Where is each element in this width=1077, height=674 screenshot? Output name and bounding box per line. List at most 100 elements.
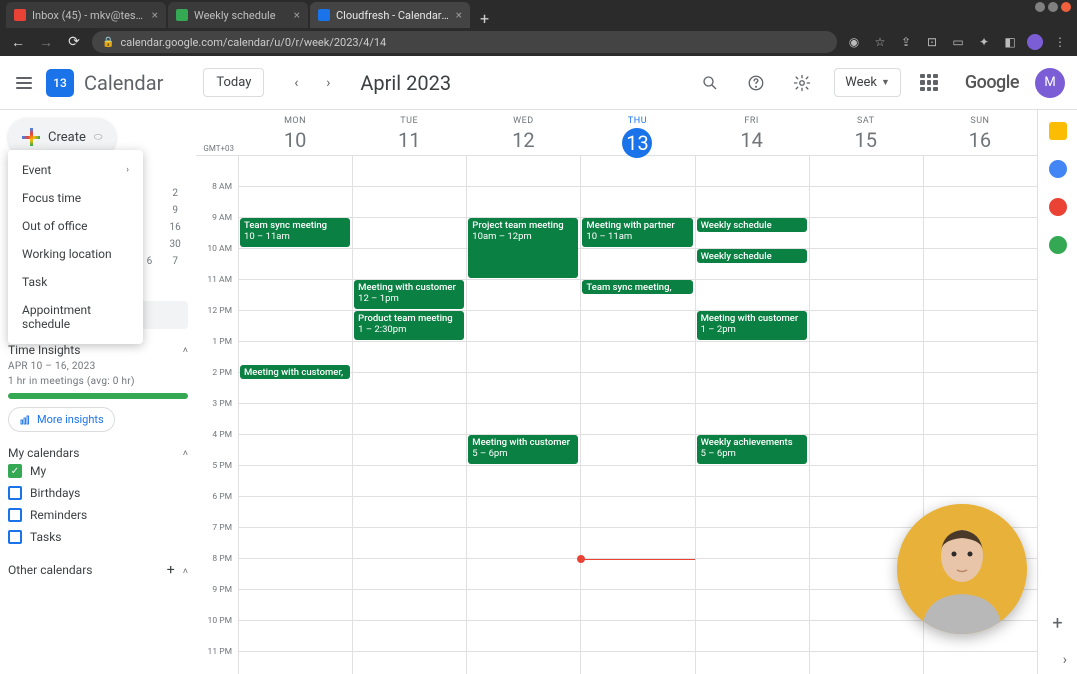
insights-bar [8,393,188,399]
checkbox-icon[interactable] [8,508,22,522]
tasks-icon[interactable] [1049,160,1067,178]
account-avatar[interactable]: M [1035,68,1065,98]
back-icon[interactable]: ← [8,34,28,51]
calendar-event[interactable]: Project team meeting10am – 12pm [468,218,578,278]
create-menu-item[interactable]: Out of office [8,212,143,240]
calendar-event[interactable]: Meeting with customer, 2:45pm [240,365,350,379]
address-bar: ← → ⟳ 🔒 calendar.google.com/calendar/u/0… [0,28,1077,56]
url-box[interactable]: 🔒 calendar.google.com/calendar/u/0/r/wee… [92,31,837,53]
checkbox-icon[interactable] [8,530,22,544]
day-number: 16 [923,128,1037,152]
url-text: calendar.google.com/calendar/u/0/r/week/… [120,36,386,49]
calendar-event[interactable]: Weekly schedule (Maxim Kush [697,218,807,232]
calendar-logo-icon: 13 [46,69,74,97]
day-header[interactable]: SAT15 [809,110,923,155]
app-header: 13 Calendar Today ‹ › April 2023 Week▼ G… [0,56,1077,110]
day-column[interactable]: Weekly schedule (Maxim Kush Weekly sched… [695,156,809,674]
browser-tab[interactable]: Inbox (45) - mkv@test.techsv× [6,2,166,28]
day-number: 13 [622,128,652,158]
calendar-event[interactable]: Weekly achievements5 – 6pm [697,435,807,464]
calendar-event[interactable]: Meeting with customer5 – 6pm [468,435,578,464]
close-icon[interactable]: × [294,8,300,22]
window-controls[interactable] [1035,2,1071,12]
timezone-label: GMT+03 [196,110,238,155]
install-icon[interactable]: ⊡ [923,35,941,49]
my-calendars-header[interactable]: My calendars˄ [8,446,188,460]
day-header[interactable]: FRI14 [695,110,809,155]
create-menu-item[interactable]: Appointment schedule [8,296,143,338]
webcam-bubble[interactable] [897,504,1027,634]
browser-tab[interactable]: Weekly schedule× [168,2,308,28]
help-icon[interactable] [738,65,774,101]
forward-icon[interactable]: → [36,34,56,51]
calendar-event[interactable]: Meeting with customer12 – 1pm [354,280,464,309]
browser-tab[interactable]: Cloudfresh - Calendar - Week× [310,2,470,28]
share-icon[interactable]: ⇪ [897,35,915,49]
day-column[interactable]: Team sync meeting10 – 11am Meeting with c… [238,156,352,674]
eye-icon[interactable]: ◉ [845,35,863,49]
tabstrip: Inbox (45) - mkv@test.techsv×Weekly sche… [0,0,1077,28]
collapse-rail-icon[interactable]: › [1063,652,1067,668]
maps-icon[interactable] [1049,236,1067,254]
day-header[interactable]: MON10 [238,110,352,155]
time-insights-header[interactable]: Time Insights˄ [8,343,188,357]
favicon-icon [176,9,188,21]
checkbox-icon[interactable] [8,486,22,500]
calendar-event[interactable]: Meeting with partner10 – 11am [582,218,692,247]
add-calendar-icon[interactable]: + [167,562,175,578]
calendar-item[interactable]: Birthdays [8,482,188,504]
keep-icon[interactable] [1049,122,1067,140]
calendar-item[interactable]: Reminders [8,504,188,526]
reload-icon[interactable]: ⟳ [64,34,84,50]
search-icon[interactable] [692,65,728,101]
day-column[interactable]: Meeting with customer12 – 1pmProduct tea… [352,156,466,674]
more-insights-button[interactable]: More insights [8,407,115,432]
prev-week-button[interactable]: ‹ [282,69,310,97]
calendar-event[interactable]: Weekly schedule (Maxim Kush [697,249,807,263]
day-number: 14 [695,128,809,152]
screens-icon[interactable]: ▭ [949,35,967,49]
calendar-item[interactable]: Tasks [8,526,188,548]
day-header[interactable]: SUN16 [923,110,1037,155]
calendar-label: Tasks [30,530,62,544]
calendar-event[interactable]: Meeting with customer1 – 2pm [697,311,807,340]
day-header[interactable]: TUE11 [352,110,466,155]
side-icon[interactable]: ◧ [1001,35,1019,49]
kebab-icon[interactable]: ⋮ [1051,35,1069,49]
settings-icon[interactable] [784,65,820,101]
next-week-button[interactable]: › [314,69,342,97]
star-icon[interactable]: ☆ [871,35,889,49]
calendar-label: My [30,464,46,478]
create-menu-item[interactable]: Working location [8,240,143,268]
new-tab-button[interactable]: + [472,9,497,28]
today-button[interactable]: Today [203,68,264,97]
day-number: 11 [352,128,466,152]
day-of-week: MON [238,116,352,126]
create-menu-item[interactable]: Event› [8,156,143,184]
calendar-event[interactable]: Team sync meeting10 – 11am [240,218,350,247]
calendar-item[interactable]: My [8,460,188,482]
create-menu-item[interactable]: Focus time [8,184,143,212]
contacts-icon[interactable] [1049,198,1067,216]
checkbox-icon[interactable] [8,464,22,478]
other-calendars-header[interactable]: Other calendars +˄ [8,562,188,578]
calendar-event[interactable]: Product team meeting1 – 2:30pm [354,311,464,340]
day-number: 15 [809,128,923,152]
apps-icon[interactable] [911,65,947,101]
time-gutter: 8 AM9 AM10 AM11 AM12 PM1 PM2 PM3 PM4 PM5… [196,156,238,674]
addons-icon[interactable]: + [1052,613,1062,634]
day-column[interactable]: Project team meeting10am – 12pm Meeting w… [466,156,580,674]
profile-chip[interactable] [1027,34,1043,50]
view-switcher[interactable]: Week▼ [834,68,901,97]
close-icon[interactable]: × [456,8,462,22]
insights-summary: 1 hr in meetings (avg: 0 hr) [8,376,188,387]
extensions-icon[interactable]: ✦ [975,35,993,49]
day-column[interactable]: Meeting with partner10 – 11am Team sync m… [580,156,694,674]
create-menu-item[interactable]: Task [8,268,143,296]
plus-icon [22,128,40,146]
close-icon[interactable]: × [152,8,158,22]
day-header[interactable]: THU13 [580,110,694,155]
day-header[interactable]: WED12 [466,110,580,155]
calendar-event[interactable]: Team sync meeting, 12pm [582,280,692,294]
hamburger-icon[interactable] [12,71,36,95]
